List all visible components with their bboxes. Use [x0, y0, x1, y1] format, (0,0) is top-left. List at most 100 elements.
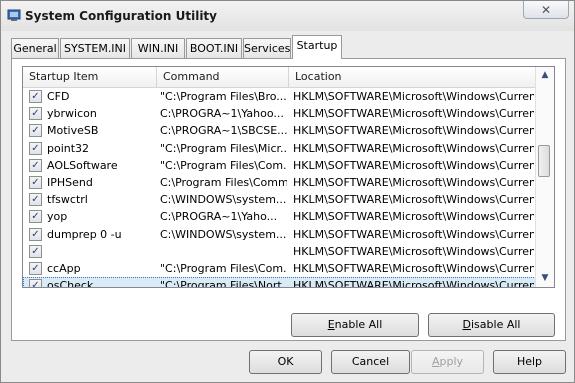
startup-location: HKLM\SOFTWARE\Microsoft\Windows\CurrentV… [293, 227, 534, 241]
tab-label: Services [244, 42, 291, 55]
tab-services[interactable]: Services [243, 38, 291, 58]
ok-button[interactable]: OK [249, 350, 322, 374]
checkbox[interactable]: ✓ [29, 227, 42, 241]
list-item[interactable]: ✓ ybrwicon C:\PROGRA~1\Yahoo... HKLM\SOFTWA… [23, 105, 536, 122]
checkbox[interactable]: ✓ [29, 175, 42, 189]
scrollbar-thumb[interactable] [538, 145, 550, 177]
close-icon: ✕ [540, 2, 552, 17]
list-rows: ✓ CFD "C:\Program Files\Bro... HKLM\SOFTWAR… [23, 88, 536, 288]
startup-item-name: tfswctrl [47, 193, 88, 207]
list-item[interactable]: ✓ HKLM\SOFTWARE\Microsoft\Windows\Current… [23, 243, 536, 260]
startup-item-name [47, 243, 155, 260]
startup-command: C:\PROGRA~1\Yaho... [160, 210, 278, 224]
tab-general[interactable]: General [11, 38, 59, 58]
tab-system-ini[interactable]: SYSTEM.INI [60, 38, 130, 58]
tab-startup[interactable]: Startup [292, 35, 342, 59]
column-header-startup-item[interactable]: Startup Item [23, 67, 157, 87]
list-header: Startup Item Command Location [23, 67, 536, 88]
accelerator-key: E [327, 318, 335, 331]
system-config-app-icon [7, 9, 21, 21]
accelerator-key: D [462, 318, 471, 331]
button-label: nable All [334, 318, 383, 331]
list-item[interactable]: ✓ yop C:\PROGRA~1\Yaho... HKLM\SOFTWARE\Mic… [23, 208, 536, 225]
startup-item-name: CFD [47, 90, 70, 103]
startup-command: C:\PROGRA~1\SBCSE... [160, 124, 287, 138]
startup-item-name: ccApp [47, 261, 81, 275]
startup-command: "C:\Program Files\Micr... [160, 141, 287, 155]
startup-command: "C:\Program Files\Com... [160, 158, 287, 172]
startup-location: HKLM\SOFTWARE\Microsoft\Windows\CurrentV… [293, 210, 534, 224]
checkbox[interactable]: ✓ [29, 141, 42, 155]
title-bar: System Configuration Utility ✕ [1, 1, 574, 31]
tab-label: BOOT.INI [189, 42, 239, 55]
list-item[interactable]: ✓ dumprep 0 -u C:\WINDOWS\system... HKLM\SO… [23, 226, 536, 243]
accelerator-key: A [431, 355, 440, 368]
startup-command: C:\PROGRA~1\Yahoo... [160, 107, 284, 121]
checkbox[interactable]: ✓ [29, 90, 42, 103]
checkbox[interactable]: ✓ [29, 158, 42, 172]
button-label: pply [439, 355, 464, 368]
startup-location: HKLM\SOFTWARE\Microsoft\Windows\CurrentV… [293, 193, 534, 207]
checkbox[interactable]: ✓ [29, 244, 42, 258]
checkbox[interactable]: ✓ [29, 210, 42, 224]
tab-label: WIN.INI [137, 42, 179, 55]
apply-button[interactable]: Apply [411, 350, 484, 374]
startup-item-name: AOLSoftware [47, 158, 118, 172]
scroll-up-icon[interactable]: ▲ [536, 67, 554, 84]
vertical-scrollbar[interactable]: ▲ ▼ [535, 67, 554, 287]
startup-list: Startup Item Command Location ✓ CFD "C:\Pr… [22, 66, 555, 288]
startup-location: HKLM\SOFTWARE\Microsoft\Windows\CurrentV… [293, 261, 534, 275]
tab-label: SYSTEM.INI [63, 42, 127, 55]
checkbox[interactable]: ✓ [29, 193, 42, 207]
list-item[interactable]: ✓ tfswctrl C:\WINDOWS\system... HKLM\SOFTWA… [23, 191, 536, 208]
close-button[interactable]: ✕ [523, 1, 569, 19]
list-item[interactable]: ✓ CFD "C:\Program Files\Bro... HKLM\SOFTWAR… [23, 88, 536, 105]
startup-location: HKLM\SOFTWARE\Microsoft\Windows\CurrentV… [293, 175, 534, 189]
column-header-location[interactable]: Location [289, 67, 536, 87]
startup-item-name: IPHSend [47, 175, 93, 189]
list-item[interactable]: ✓ ccApp "C:\Program Files\Com... HKLM\SOFTW… [23, 260, 536, 277]
startup-location: HKLM\SOFTWARE\Microsoft\Windows\CurrentV… [293, 124, 534, 138]
enable-all-button[interactable]: Enable All [291, 313, 419, 337]
startup-command: "C:\Program Files\Nort... [160, 279, 287, 288]
startup-item-name: yop [47, 210, 68, 224]
tab-boot-ini[interactable]: BOOT.INI [186, 38, 242, 58]
startup-location: HKLM\SOFTWARE\Microsoft\Windows\CurrentV… [293, 90, 534, 103]
startup-location: HKLM\SOFTWARE\Microsoft\Windows\CurrentV… [293, 158, 534, 172]
list-item[interactable]: ✓ point32 "C:\Program Files\Micr... HKLM\SO… [23, 140, 536, 157]
list-item-selected[interactable]: ✓ osCheck "C:\Program Files\Nort... HKLM\SO… [23, 277, 536, 288]
disable-all-button[interactable]: Disable All [428, 313, 555, 337]
checkbox[interactable]: ✓ [29, 279, 42, 287]
startup-panel: Startup Item Command Location ✓ CFD "C:\Pr… [11, 58, 566, 341]
startup-location: HKLM\SOFTWARE\Microsoft\Windows\CurrentV… [293, 141, 534, 155]
cancel-button[interactable]: Cancel [331, 350, 410, 374]
list-item[interactable]: ✓ IPHSend C:\Program Files\Comm... HKLM\SOF… [23, 174, 536, 191]
column-header-command[interactable]: Command [157, 67, 289, 87]
startup-command: "C:\Program Files\Com... [160, 261, 287, 275]
list-item[interactable]: ✓ AOLSoftware "C:\Program Files\Com... HKLM… [23, 157, 536, 174]
startup-command: "C:\Program Files\Bro... [160, 90, 287, 103]
startup-item-name: MotiveSB [47, 124, 99, 138]
startup-command: C:\WINDOWS\system... [160, 193, 287, 207]
startup-location: HKLM\SOFTWARE\Microsoft\Windows\CurrentV… [293, 279, 534, 288]
startup-command [160, 243, 287, 260]
startup-command: C:\WINDOWS\system... [160, 227, 287, 241]
startup-location: HKLM\SOFTWARE\Microsoft\Windows\CurrentV… [293, 107, 534, 121]
startup-command: C:\Program Files\Comm... [160, 175, 287, 189]
list-item[interactable]: ✓ MotiveSB C:\PROGRA~1\SBCSE... HKLM\SOFTWA… [23, 122, 536, 139]
system-configuration-window: System Configuration Utility ✕ General S… [0, 0, 575, 383]
button-label: isable All [471, 318, 521, 331]
startup-item-name: point32 [47, 141, 90, 155]
window-title: System Configuration Utility [25, 9, 217, 23]
checkbox[interactable]: ✓ [29, 107, 42, 121]
tab-label: General [13, 42, 57, 55]
tab-win-ini[interactable]: WIN.INI [131, 38, 185, 58]
tab-label: Startup [296, 39, 338, 52]
startup-item-name: ybrwicon [47, 107, 97, 121]
checkbox[interactable]: ✓ [29, 124, 42, 138]
scroll-down-icon[interactable]: ▼ [536, 270, 554, 287]
startup-item-name: osCheck [47, 279, 94, 288]
startup-location: HKLM\SOFTWARE\Microsoft\Windows\CurrentV… [293, 244, 534, 258]
help-button[interactable]: Help [493, 350, 566, 374]
checkbox[interactable]: ✓ [29, 261, 42, 275]
